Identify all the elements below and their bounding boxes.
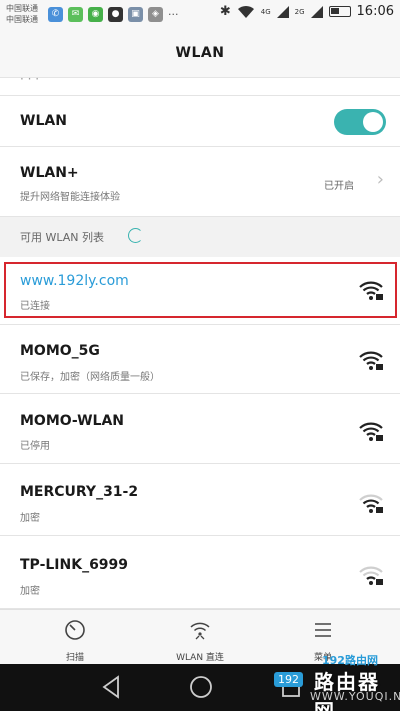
network-status: 已连接 [20, 301, 50, 312]
chat-icon: ✉ [68, 7, 83, 22]
qq-icon: ● [108, 7, 123, 22]
wlan-switch[interactable] [334, 109, 386, 135]
network-ssid: MERCURY_31-2 [20, 484, 139, 500]
notification-icons: ✆ ✉ ◉ ● ▣ ◈ ··· [48, 7, 179, 22]
signal-1-icon [276, 5, 289, 18]
bluetooth-icon: ✱ [219, 4, 231, 19]
section-label: 可用 WLAN 列表 [20, 231, 105, 244]
wifi-direct-icon [190, 622, 210, 640]
wifi-direct-label: WLAN 直连 [176, 653, 224, 663]
network-ssid: MOMO_5G [20, 343, 100, 359]
home-icon[interactable] [188, 674, 214, 700]
wifi-lock-icon [359, 351, 383, 370]
wifi-lock-icon [359, 494, 383, 513]
wifi-lock-icon [359, 566, 383, 585]
scan-button[interactable]: 扫描 [30, 618, 120, 663]
phone-icon: ✆ [48, 7, 63, 22]
wifi-status-icon [237, 5, 254, 18]
network-row[interactable]: MOMO_5G 已保存，加密（网络质量一般） [0, 325, 400, 394]
bottom-nav: 扫描 WLAN 直连 菜单 [0, 609, 400, 664]
network-ssid: MOMO-WLAN [20, 413, 125, 429]
network-status: 已停用 [20, 441, 50, 452]
network-status: 加密 [20, 513, 40, 524]
available-networks-header: 可用 WLAN 列表 [0, 217, 400, 257]
status-bar: 中国联通 中国联通 ✆ ✉ ◉ ● ▣ ◈ ··· ✱ 4G 2G 16:06 [0, 0, 400, 30]
clock: 16:06 [356, 4, 394, 19]
network-row[interactable]: MERCURY_31-2 加密 [0, 464, 400, 536]
wlan-plus-label: WLAN+ [20, 165, 79, 181]
network-ssid: www.192ly.com [20, 273, 129, 289]
recents-icon[interactable] [280, 674, 302, 700]
partial-item-label: · · · [20, 72, 40, 86]
battery-icon [328, 6, 351, 17]
carrier-2: 中国联通 [6, 15, 38, 24]
menu-label: 菜单 [313, 653, 332, 663]
scan-icon [65, 620, 85, 640]
page-title: WLAN [175, 45, 225, 61]
mail-icon: ◈ [148, 7, 163, 22]
network-row[interactable]: TP-LINK_6999 加密 [0, 536, 400, 609]
menu-button[interactable]: 菜单 [278, 618, 368, 663]
menu-icon [315, 623, 331, 637]
chevron-right-icon: › [376, 169, 384, 190]
wlan-label: WLAN [20, 113, 67, 129]
scan-label: 扫描 [65, 653, 84, 663]
wechat-icon: ◉ [88, 7, 103, 22]
more-icon: ··· [168, 8, 179, 21]
signal-2-icon [310, 5, 323, 18]
network-row[interactable]: www.192ly.com 已连接 [0, 257, 400, 325]
gallery-icon: ▣ [128, 7, 143, 22]
switch-knob [363, 112, 383, 132]
back-icon[interactable] [100, 674, 122, 700]
wifi-lock-icon [359, 422, 383, 441]
carrier-1: 中国联通 [6, 4, 38, 13]
wlan-toggle-row[interactable]: WLAN [0, 95, 400, 147]
network-type-2: 2G [294, 7, 305, 16]
wifi-direct-button[interactable]: WLAN 直连 [155, 618, 245, 663]
wlan-plus-status: 已开启 [324, 181, 354, 192]
network-row[interactable]: MOMO-WLAN 已停用 [0, 394, 400, 464]
scanning-spinner-icon [128, 228, 143, 243]
wlan-plus-subtitle: 提升网络智能连接体验 [20, 192, 120, 203]
title-bar: WLAN [0, 30, 400, 77]
wifi-lock-icon [359, 281, 383, 300]
system-nav-bar [0, 664, 400, 711]
network-status: 已保存，加密（网络质量一般） [20, 372, 160, 383]
system-status-icons: ✱ 4G 2G 16:06 [220, 4, 394, 19]
network-status: 加密 [20, 586, 40, 597]
network-ssid: TP-LINK_6999 [20, 557, 129, 573]
partial-list-item: · · · [0, 72, 400, 95]
wlan-plus-row[interactable]: WLAN+ 提升网络智能连接体验 已开启 › [0, 147, 400, 217]
network-type-1: 4G [260, 7, 271, 16]
